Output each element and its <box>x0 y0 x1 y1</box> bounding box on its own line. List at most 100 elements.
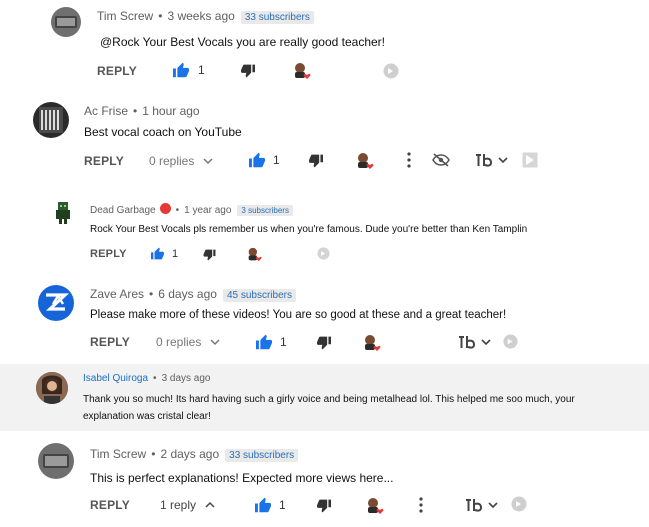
like-count: 1 <box>280 335 287 349</box>
reply-button[interactable]: REPLY <box>90 498 130 512</box>
author-name[interactable]: Isabel Quiroga <box>83 373 148 384</box>
more-vert-button[interactable] <box>418 497 424 513</box>
reply-button[interactable]: REPLY <box>90 248 127 260</box>
comment-meta: Zave Ares • 6 days ago 45 subscribers <box>90 287 296 302</box>
creator-heart-button[interactable] <box>292 62 312 80</box>
thumbs-up-icon <box>255 497 271 513</box>
comment-meta: Ac Frise • 1 hour ago <box>84 104 200 118</box>
comment-text: Best vocal coach on YouTube <box>84 125 242 139</box>
timestamp[interactable]: 6 days ago <box>158 287 217 301</box>
thumbs-down-icon <box>241 64 255 78</box>
comment-2: Ac Frise • 1 hour ago Best vocal coach on … <box>0 95 649 190</box>
hide-user-button[interactable] <box>432 153 450 167</box>
timestamp[interactable]: 3 days ago <box>162 373 211 384</box>
eye-off-icon <box>432 153 450 167</box>
translate-icon <box>459 336 476 349</box>
subscriber-badge: 3 subscribers <box>237 205 293 216</box>
like-count: 1 <box>198 63 205 77</box>
chevron-down-icon <box>481 339 491 346</box>
timestamp[interactable]: 1 hour ago <box>142 104 199 118</box>
reply-button[interactable]: REPLY <box>97 64 137 78</box>
replies-count: 1 reply <box>160 498 197 512</box>
creator-heart-button[interactable] <box>355 152 375 170</box>
creator-avatar-heart-icon <box>248 247 262 262</box>
like-button[interactable]: 1 <box>248 152 280 168</box>
replies-count: 0 replies <box>156 335 202 349</box>
like-button[interactable]: 1 <box>255 334 287 350</box>
comment-meta: Isabel Quiroga • 3 days ago <box>83 373 211 384</box>
dislike-button[interactable] <box>308 154 324 168</box>
circle-arrow-icon <box>503 334 518 349</box>
send-button[interactable] <box>522 152 538 168</box>
subscriber-badge: 45 subscribers <box>222 289 296 302</box>
author-name[interactable]: Tim Screw <box>90 447 146 461</box>
timestamp[interactable]: 2 days ago <box>160 447 219 461</box>
like-button[interactable]: 1 <box>172 62 205 78</box>
timestamp[interactable]: 3 weeks ago <box>167 9 234 23</box>
comment-3: Dead Garbage • 1 year ago 3 subscribers Roc… <box>0 190 649 275</box>
avatar[interactable] <box>38 443 74 479</box>
creator-avatar-heart-icon <box>365 335 381 351</box>
more-options-button[interactable] <box>503 334 518 349</box>
comment-actions: REPLY 1 reply 1 <box>0 496 649 516</box>
youtube-badge-icon <box>159 203 171 214</box>
thumbs-up-icon <box>151 247 164 260</box>
comment-actions: REPLY 0 replies 1 <box>0 151 649 171</box>
author-name[interactable]: Zave Ares <box>90 287 144 301</box>
comment-text: @Rock Your Best Vocals you are really go… <box>100 35 386 49</box>
like-button[interactable]: 1 <box>150 247 178 260</box>
comment-actions: REPLY 0 replies 1 <box>0 333 649 353</box>
author-name[interactable]: Dead Garbage <box>90 205 156 216</box>
translate-button[interactable] <box>475 153 508 167</box>
avatar[interactable] <box>51 7 81 37</box>
thumbs-down-icon <box>203 249 216 261</box>
thumbs-down-icon <box>317 499 331 513</box>
avatar[interactable] <box>50 199 76 225</box>
timestamp[interactable]: 1 year ago <box>184 205 231 216</box>
comment-text: This is perfect explanations! Expected m… <box>90 471 394 485</box>
reply-button[interactable]: REPLY <box>84 154 124 168</box>
play-square-icon <box>522 152 538 168</box>
author-name[interactable]: Ac Frise <box>84 104 128 118</box>
replies-toggle[interactable]: 1 reply <box>160 498 215 512</box>
creator-heart-button[interactable] <box>365 497 385 515</box>
comment-meta: Tim Screw • 3 weeks ago 33 subscribers <box>97 9 314 24</box>
translate-icon <box>476 154 493 167</box>
comment-meta: Tim Screw • 2 days ago 33 subscribers <box>90 447 299 462</box>
more-options-button[interactable] <box>317 247 330 260</box>
replies-toggle[interactable]: 0 replies <box>149 154 213 168</box>
subscriber-badge: 33 subscribers <box>240 11 314 24</box>
more-options-button[interactable] <box>511 496 527 512</box>
like-count: 1 <box>172 247 179 260</box>
like-count: 1 <box>279 498 286 512</box>
avatar[interactable] <box>33 102 69 138</box>
like-button[interactable]: 1 <box>254 497 286 513</box>
subscriber-badge: 33 subscribers <box>225 449 299 462</box>
dislike-button[interactable] <box>316 499 332 513</box>
comment-4: Zave Ares • 6 days ago 45 subscribers Pleas… <box>0 275 649 360</box>
more-vert-button[interactable] <box>406 152 412 168</box>
replies-count: 0 replies <box>149 154 195 168</box>
translate-button[interactable] <box>458 335 491 349</box>
creator-avatar-heart-icon <box>295 63 311 79</box>
chevron-up-icon <box>205 501 215 508</box>
more-options-button[interactable] <box>383 63 399 79</box>
creator-heart-button[interactable] <box>362 334 382 352</box>
dislike-button[interactable] <box>203 249 216 261</box>
avatar[interactable] <box>36 372 68 404</box>
reply-button[interactable]: REPLY <box>90 335 130 349</box>
translate-button[interactable] <box>465 498 498 512</box>
dislike-button[interactable] <box>316 336 332 350</box>
more-vert-icon <box>419 497 423 513</box>
creator-avatar-heart-icon <box>358 153 374 169</box>
replies-toggle[interactable]: 0 replies <box>156 335 220 349</box>
comment-5-highlighted: Isabel Quiroga • 3 days ago Thank you so m… <box>0 364 649 431</box>
translate-icon <box>466 499 483 512</box>
avatar[interactable] <box>38 285 74 321</box>
creator-heart-button[interactable] <box>246 247 263 262</box>
comment-actions: REPLY 1 <box>0 62 649 82</box>
comment-text: Rock Your Best Vocals pls remember us wh… <box>90 224 528 235</box>
author-name[interactable]: Tim Screw <box>97 9 153 23</box>
dislike-button[interactable] <box>240 64 256 78</box>
comment-text-line-2: explanation was cristal clear! <box>83 411 211 422</box>
